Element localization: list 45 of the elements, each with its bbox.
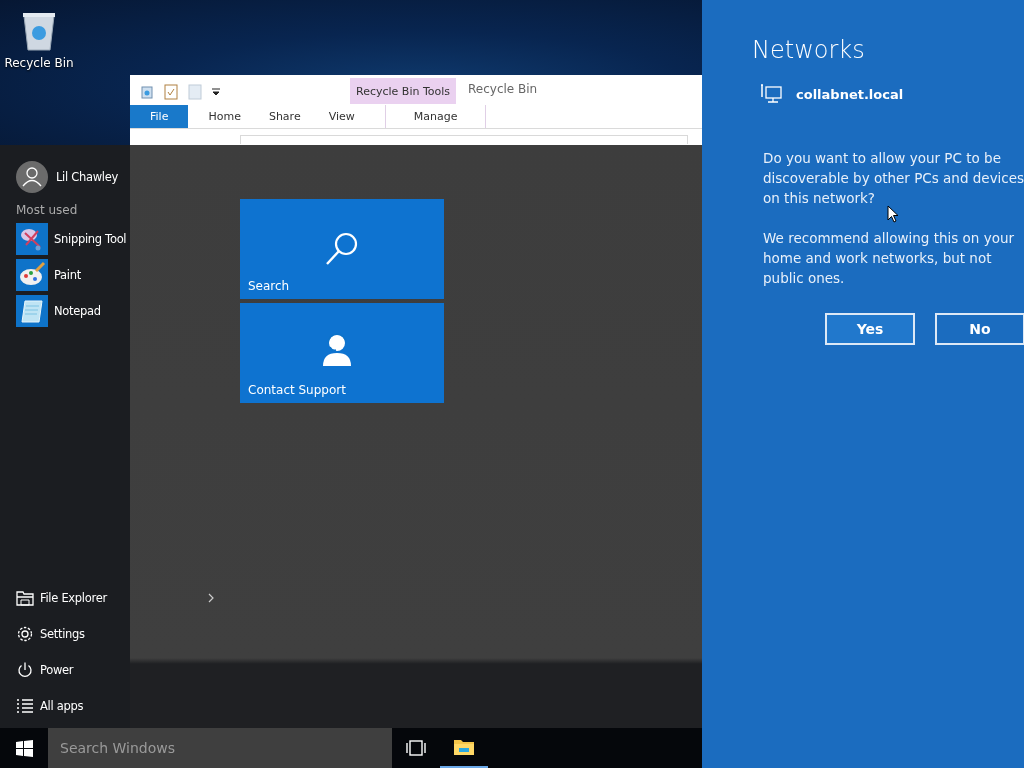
notepad-icon <box>16 295 48 327</box>
flyout-title: Networks <box>752 36 866 64</box>
ribbon-tab[interactable]: Home <box>194 105 255 128</box>
palette-icon <box>16 259 48 291</box>
dropdown-icon <box>212 88 220 96</box>
folder-icon <box>453 738 475 756</box>
network-name[interactable]: collabnet.local <box>796 86 904 102</box>
dialog-button[interactable]: No <box>935 313 1024 345</box>
app-item[interactable]: Paint <box>54 268 81 282</box>
windows-logo-icon <box>15 739 33 757</box>
power-icon <box>16 661 34 679</box>
document-icon <box>188 84 202 100</box>
scissors-icon <box>16 223 48 255</box>
dialog-button[interactable]: Yes <box>825 313 915 345</box>
menu-item[interactable]: Power <box>40 663 74 677</box>
menu-item[interactable]: File Explorer <box>40 591 107 605</box>
user-name[interactable]: Lil Chawley <box>56 170 118 184</box>
avatar-icon <box>16 161 48 193</box>
recycle-bin-icon <box>140 85 154 99</box>
ribbon-tab[interactable]: View <box>314 105 369 128</box>
menu-item[interactable]: All apps <box>40 699 84 713</box>
contextual-tab-group: Recycle Bin Tools <box>350 78 456 104</box>
window-title: Recycle Bin <box>468 81 538 96</box>
document-check-icon <box>164 84 178 100</box>
app-tile[interactable]: Search <box>240 199 444 299</box>
wired-network-icon <box>760 84 782 104</box>
menu-item[interactable]: Settings <box>40 627 85 641</box>
section-heading: Most used <box>15 203 79 217</box>
search-field[interactable]: Search Windows <box>48 728 392 768</box>
task-view-icon <box>406 740 426 756</box>
app-tile[interactable]: Contact Support <box>240 303 444 403</box>
ribbon-tab[interactable]: Share <box>254 105 315 128</box>
app-item[interactable]: Notepad <box>54 304 101 318</box>
folder-icon <box>16 590 34 606</box>
app-item[interactable]: Snipping Tool <box>54 232 127 246</box>
gear-icon <box>16 625 34 643</box>
headset-person-icon <box>322 333 352 367</box>
list-icon <box>16 698 34 714</box>
file-tab[interactable]: File <box>130 105 189 128</box>
tile-label: Contact Support <box>248 383 346 397</box>
prompt-text: Do you want to allow your PC to be discoverable by other PCs and devices on this network? <box>763 149 1024 208</box>
prompt-text: We recommend allowing this on your home and work networks, but not public ones. <box>763 229 1016 288</box>
cursor-icon <box>887 205 899 223</box>
tile-label: Search <box>248 279 290 293</box>
icon-label: Recycle Bin <box>4 56 74 70</box>
